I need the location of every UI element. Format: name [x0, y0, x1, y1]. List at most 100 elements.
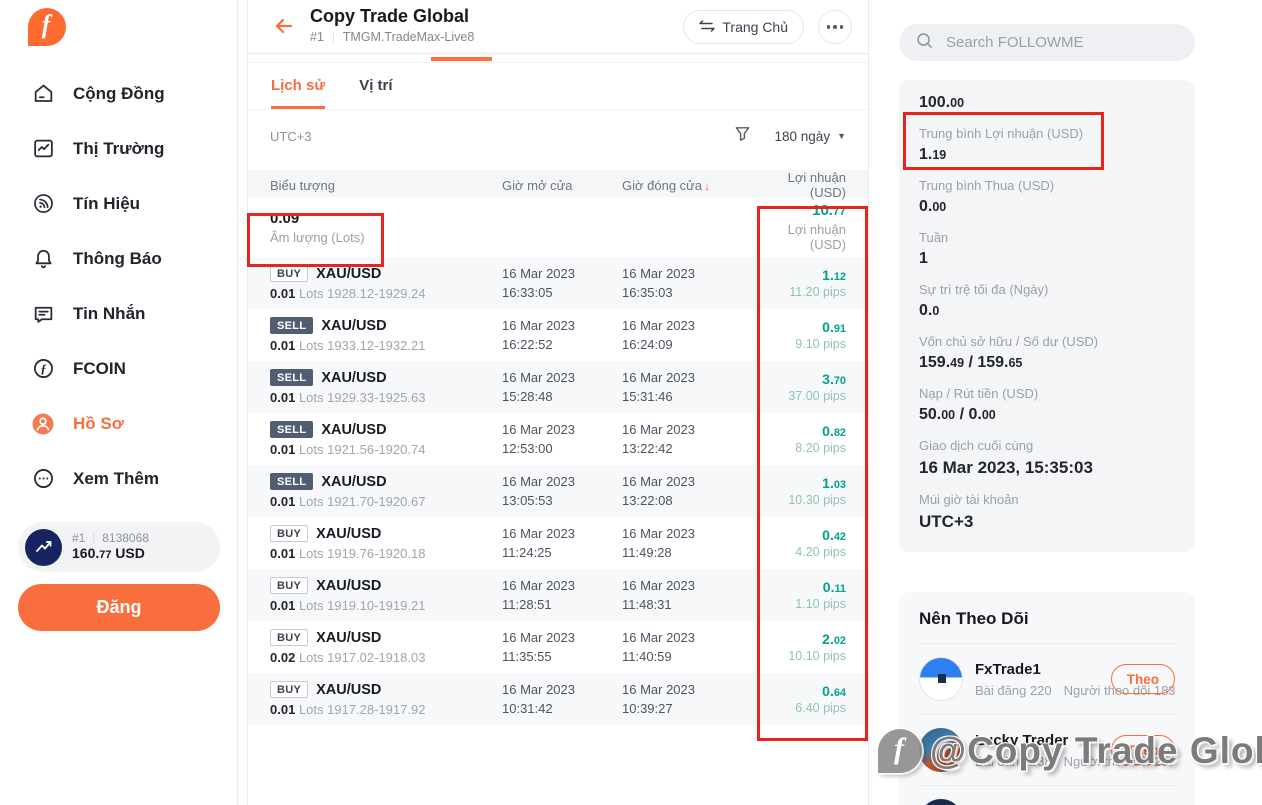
date-range-value: 180 ngày: [774, 128, 831, 144]
close-date: 16 Mar 2023: [622, 474, 695, 489]
svg-text:ƒ: ƒ: [40, 362, 46, 376]
col-close-time[interactable]: Giờ đóng cửa ↓: [622, 178, 770, 193]
header-rank: #1: [310, 30, 324, 44]
tab-bar: Lịch sử Vị trí: [248, 62, 868, 110]
sidebar-item-signals[interactable]: Tín Hiệu: [0, 176, 237, 231]
open-date: 16 Mar 2023: [502, 266, 575, 281]
table-row[interactable]: BUY XAU/USD 0.01 Lots 1928.12-1929.24 16 …: [248, 257, 868, 309]
suggested-user[interactable]: FxTrade1 Bài đăng 220 Người theo dõi 183…: [917, 644, 1177, 715]
sidebar-item-notifications[interactable]: Thông Báo: [0, 231, 237, 286]
post-button[interactable]: Đăng: [18, 584, 220, 631]
sidebar-item-messages[interactable]: Tin Nhắn: [0, 286, 237, 341]
sidebar-item-more[interactable]: Xem Thêm: [0, 451, 237, 506]
suggested-follow-card: Nên Theo Dõi FxTrade1 Bài đăng 220 Người…: [899, 592, 1195, 805]
signal-icon: [31, 192, 55, 216]
sidebar-item-fcoin[interactable]: ƒ FCOIN: [0, 341, 237, 396]
stat-label: Giao dịch cuối cùng: [919, 438, 1034, 453]
total-profit: 10.77: [812, 202, 846, 219]
follow-button[interactable]: Theo: [1110, 735, 1175, 765]
close-time: 11:40:59: [622, 649, 672, 664]
sidebar-item-market[interactable]: Thị Trường: [0, 121, 237, 176]
open-date: 16 Mar 2023: [502, 682, 575, 697]
close-date: 16 Mar 2023: [622, 630, 695, 645]
table-row[interactable]: BUY XAU/USD 0.02 Lots 1917.02-1918.03 16 …: [248, 621, 868, 673]
open-time: 10:31:42: [502, 701, 553, 716]
profit: 1.12: [822, 267, 846, 283]
follow-button[interactable]: Theo: [1110, 664, 1175, 694]
table-row[interactable]: SELL XAU/USD 0.01 Lots 1933.12-1932.21 16…: [248, 309, 868, 361]
side-badge: BUY: [270, 265, 309, 282]
close-date: 16 Mar 2023: [622, 266, 695, 281]
suggested-user[interactable]: [917, 786, 1177, 805]
sidebar-item-label: Thị Trường: [73, 138, 165, 158]
total-volume-label: Âm lượng (Lots): [270, 229, 365, 245]
table-row[interactable]: BUY XAU/USD 0.01 Lots 1919.76-1920.18 16 …: [248, 517, 868, 569]
stat-label: Nạp / Rút tiền (USD): [919, 386, 1039, 401]
stat-value: 100.00: [919, 94, 965, 111]
follow-section-title: Nên Theo Dõi: [917, 592, 1177, 644]
home-button-label: Trang Chủ: [722, 19, 788, 35]
profit: 2.02: [822, 631, 846, 647]
market-chart-icon: [31, 137, 55, 161]
main-content: Copy Trade Global #1 | TMGM.TradeMax-Liv…: [247, 0, 869, 805]
stat-value: 50.00 / 0.00: [919, 406, 996, 423]
filter-icon[interactable]: [734, 125, 751, 147]
sidebar-item-label: Xem Thêm: [73, 468, 159, 488]
pips: 11.20 pips: [789, 285, 846, 299]
sidebar-item-profile[interactable]: Hồ Sơ: [0, 396, 237, 451]
sidebar-item-label: Cộng Đồng: [73, 83, 165, 103]
close-date: 16 Mar 2023: [622, 318, 695, 333]
sidebar-nav: Cộng Đồng Thị Trường Tín Hiệu Thông Báo: [0, 66, 237, 506]
suggested-user[interactable]: Lucky Trader Bài đăng 188 Người theo dõi…: [917, 715, 1177, 786]
followme-logo-icon[interactable]: f: [28, 8, 66, 46]
open-date: 16 Mar 2023: [502, 422, 575, 437]
tab-history[interactable]: Lịch sử: [271, 62, 326, 109]
price-range: Lots 1917.28-1917.92: [298, 702, 426, 717]
open-date: 16 Mar 2023: [502, 370, 575, 385]
table-row[interactable]: SELL XAU/USD 0.01 Lots 1921.70-1920.67 16…: [248, 465, 868, 517]
close-time: 13:22:42: [622, 441, 673, 456]
sidebar-item-label: Hồ Sơ: [73, 413, 124, 433]
date-range-dropdown[interactable]: 180 ngày ▼: [775, 129, 846, 144]
close-time: 16:35:03: [622, 285, 673, 300]
open-time: 16:22:52: [502, 337, 553, 352]
user-name: FxTrade1: [975, 660, 1041, 678]
profit: 0.64: [822, 683, 846, 699]
sidebar-item-label: Tín Hiệu: [73, 193, 141, 213]
lots: 0.01: [270, 338, 296, 353]
price-range: Lots 1919.76-1920.18: [298, 546, 426, 561]
stat-label: Vốn chủ sở hữu / Số dư (USD): [919, 334, 1099, 349]
table-row[interactable]: SELL XAU/USD 0.01 Lots 1929.33-1925.63 16…: [248, 361, 868, 413]
close-date: 16 Mar 2023: [622, 682, 695, 697]
symbol: XAU/USD: [316, 265, 382, 282]
profit: 1.03: [822, 475, 846, 491]
message-icon: [31, 302, 55, 326]
price-range: Lots 1917.02-1918.03: [298, 650, 426, 665]
search-input[interactable]: Search FOLLOWME: [899, 24, 1195, 61]
tab-positions[interactable]: Vị trí: [359, 62, 392, 109]
lots: 0.01: [270, 546, 296, 561]
account-id: 8138068: [102, 531, 149, 545]
page-header: Copy Trade Global #1 | TMGM.TradeMax-Liv…: [248, 0, 868, 54]
search-placeholder: Search FOLLOWME: [946, 34, 1084, 51]
table-row[interactable]: BUY XAU/USD 0.01 Lots 1917.28-1917.92 16 …: [248, 673, 868, 725]
close-date: 16 Mar 2023: [622, 526, 695, 541]
home-button[interactable]: Trang Chủ: [683, 10, 804, 44]
symbol: XAU/USD: [321, 317, 387, 334]
table-row[interactable]: SELL XAU/USD 0.01 Lots 1921.56-1920.74 16…: [248, 413, 868, 465]
open-time: 11:35:55: [502, 649, 552, 664]
account-balance: 160.77 USD: [72, 545, 145, 561]
account-stats-card: 100.00 Trung bình Lợi nhuận (USD) 1.19 Tr…: [899, 80, 1195, 552]
table-row[interactable]: BUY XAU/USD 0.01 Lots 1919.10-1919.21 16 …: [248, 569, 868, 621]
price-range: Lots 1928.12-1929.24: [298, 286, 426, 301]
user-avatar: [919, 657, 963, 701]
account-card[interactable]: #1 | 8138068 160.77 USD: [18, 522, 220, 572]
total-volume: 0.09: [270, 209, 300, 227]
stat-label: Trung bình Lợi nhuận (USD): [919, 126, 1084, 141]
sidebar-item-community[interactable]: Cộng Đồng: [0, 66, 237, 121]
more-options-button[interactable]: [818, 10, 852, 44]
close-date: 16 Mar 2023: [622, 578, 695, 593]
pips: 8.20 pips: [795, 441, 846, 455]
side-badge: BUY: [270, 525, 309, 542]
back-button[interactable]: [271, 14, 297, 40]
